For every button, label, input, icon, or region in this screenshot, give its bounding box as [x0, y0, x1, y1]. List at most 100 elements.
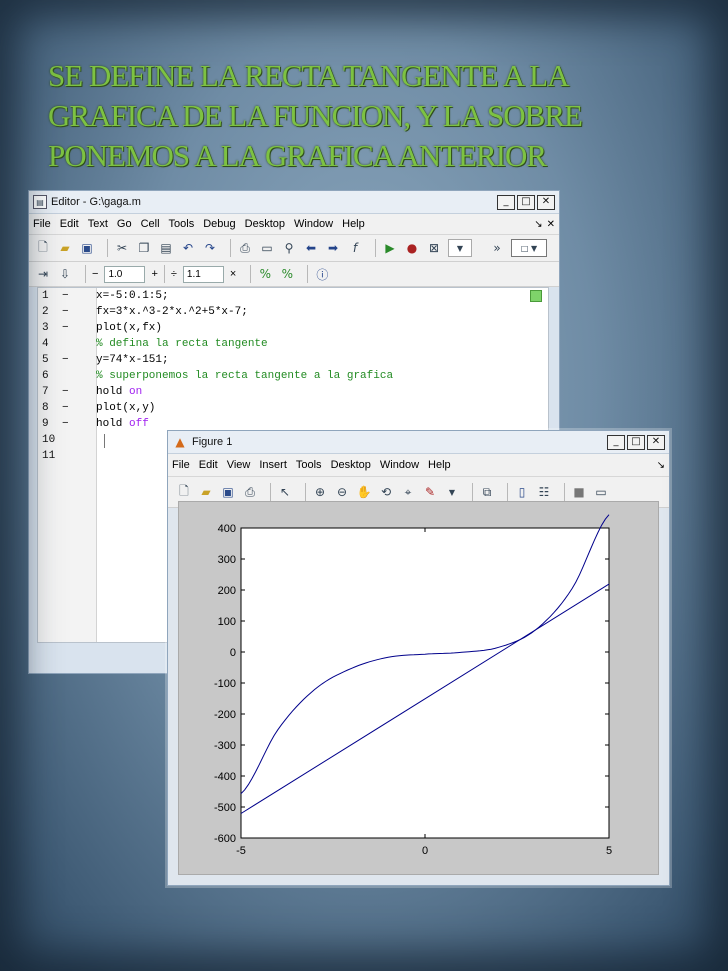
- redo-icon[interactable]: ↷: [202, 240, 218, 256]
- line-dash-marker[interactable]: −: [62, 320, 69, 336]
- menu-edit[interactable]: Edit: [60, 218, 79, 230]
- code-line[interactable]: 1 − x=-5:0.1:5;: [38, 288, 548, 304]
- run-icon[interactable]: ▶: [382, 240, 398, 256]
- save-icon[interactable]: ▣: [220, 484, 236, 500]
- undock-icon[interactable]: ↘: [657, 460, 665, 471]
- figure-menubar: File Edit View Insert Tools Desktop Window Help…: [168, 454, 669, 477]
- undo-icon[interactable]: ↶: [180, 240, 196, 256]
- new-file-icon[interactable]: 🗋: [35, 240, 51, 256]
- insert-icon[interactable]: ▭: [259, 240, 275, 256]
- brush-dropdown-icon[interactable]: ▼: [444, 484, 460, 500]
- maximize-button[interactable]: □: [627, 434, 645, 450]
- figure-app-icon: ▲: [175, 435, 185, 449]
- menu-text[interactable]: Text: [88, 218, 108, 230]
- minimize-button[interactable]: _: [497, 194, 515, 210]
- menu-insert[interactable]: Insert: [259, 459, 287, 471]
- breakpoint-icon[interactable]: ●: [404, 240, 420, 256]
- menu-desktop[interactable]: Desktop: [245, 218, 285, 230]
- code-token: y=74*x-151;: [96, 354, 169, 366]
- hide-plot-tools-icon[interactable]: ■: [571, 484, 587, 500]
- edit-plot-arrow-icon[interactable]: ↖: [277, 484, 293, 500]
- minimize-button[interactable]: _: [607, 434, 625, 450]
- undock-icon[interactable]: ↘: [534, 219, 542, 230]
- data-cursor-icon[interactable]: ⌖: [400, 484, 416, 500]
- legend-icon[interactable]: ☷: [536, 484, 552, 500]
- menu-help[interactable]: Help: [428, 459, 451, 471]
- function-icon[interactable]: f: [347, 240, 363, 256]
- print-icon[interactable]: ⎙: [237, 240, 253, 256]
- close-button[interactable]: ✕: [537, 194, 555, 210]
- code-line[interactable]: 7 − hold on: [38, 384, 548, 400]
- menu-cell[interactable]: Cell: [141, 218, 160, 230]
- menu-view[interactable]: View: [227, 459, 251, 471]
- clear-breakpoints-icon[interactable]: ⊠: [426, 240, 442, 256]
- open-folder-icon[interactable]: ▰: [198, 484, 214, 500]
- show-plot-tools-icon[interactable]: ▭: [593, 484, 609, 500]
- toolbar-separator: [507, 483, 508, 501]
- code-line[interactable]: 6 % superponemos la recta tangente a la g…: [38, 368, 548, 384]
- code-line[interactable]: 2 − fx=3*x.^3-2*x.^2+5*x-7;: [38, 304, 548, 320]
- colorbar-icon[interactable]: ▯: [514, 484, 530, 500]
- find-icon[interactable]: ⚲: [281, 240, 297, 256]
- figure-titlebar[interactable]: ▲ Figure 1 _ □ ✕: [168, 431, 669, 454]
- y-tick-label: 200: [218, 585, 236, 597]
- menu-help[interactable]: Help: [342, 218, 365, 230]
- menu-desktop[interactable]: Desktop: [331, 459, 371, 471]
- y-tick-label: 300: [218, 554, 236, 566]
- menu-debug[interactable]: Debug: [203, 218, 235, 230]
- link-plot-icon[interactable]: ⧉: [479, 484, 495, 500]
- uncomment-icon[interactable]: %: [279, 266, 295, 282]
- increment-button[interactable]: +: [151, 268, 157, 280]
- menu-tools[interactable]: Tools: [296, 459, 322, 471]
- line-dash-marker[interactable]: −: [62, 288, 69, 304]
- pan-icon[interactable]: ✋: [356, 484, 372, 500]
- increment-value-field[interactable]: 1.0: [104, 265, 146, 283]
- line-dash-marker[interactable]: −: [62, 400, 69, 416]
- multiply-button[interactable]: ×: [230, 268, 236, 280]
- cell-next-icon[interactable]: ⇩: [57, 266, 73, 282]
- paste-icon[interactable]: ▤: [158, 240, 174, 256]
- plot-axes-box[interactable]: [240, 527, 610, 839]
- menu-go[interactable]: Go: [117, 218, 132, 230]
- menu-window[interactable]: Window: [294, 218, 333, 230]
- close-button[interactable]: ✕: [647, 434, 665, 450]
- cell-eval-icon[interactable]: ⇥: [35, 266, 51, 282]
- close-document-icon[interactable]: ✕: [547, 219, 555, 230]
- menu-edit[interactable]: Edit: [199, 459, 218, 471]
- brush-icon[interactable]: ✎: [422, 484, 438, 500]
- maximize-button[interactable]: □: [517, 194, 535, 210]
- line-dash-marker[interactable]: −: [62, 384, 69, 400]
- copy-icon[interactable]: ❐: [136, 240, 152, 256]
- code-line[interactable]: 4 % defina la recta tangente: [38, 336, 548, 352]
- dock-dropdown-icon[interactable]: □ ▼: [511, 239, 547, 257]
- menu-tools[interactable]: Tools: [169, 218, 195, 230]
- save-icon[interactable]: ▣: [79, 240, 95, 256]
- menu-file[interactable]: File: [33, 218, 51, 230]
- line-dash-marker[interactable]: −: [62, 416, 69, 432]
- back-icon[interactable]: ⬅: [303, 240, 319, 256]
- forward-icon[interactable]: ➡: [325, 240, 341, 256]
- editor-titlebar[interactable]: ▤ Editor - G:\gaga.m _ □ ✕: [29, 191, 559, 214]
- zoom-out-icon[interactable]: ⊖: [334, 484, 350, 500]
- new-figure-icon[interactable]: 🗋: [176, 484, 192, 500]
- line-dash-marker[interactable]: −: [62, 352, 69, 368]
- scale-value-field[interactable]: 1.1: [182, 265, 224, 283]
- divide-button[interactable]: ÷: [171, 268, 177, 280]
- open-folder-icon[interactable]: ▰: [57, 240, 73, 256]
- stack-dropdown-icon[interactable]: ▼: [448, 239, 472, 257]
- help-icon[interactable]: ⓘ: [314, 266, 330, 282]
- decrement-button[interactable]: −: [92, 268, 98, 280]
- menu-file[interactable]: File: [172, 459, 190, 471]
- comment-icon[interactable]: %: [257, 266, 273, 282]
- line-dash-marker[interactable]: −: [62, 304, 69, 320]
- cut-icon[interactable]: ✂: [114, 240, 130, 256]
- rotate-3d-icon[interactable]: ⟲: [378, 484, 394, 500]
- zoom-in-icon[interactable]: ⊕: [312, 484, 328, 500]
- plot-axes-svg[interactable]: 400 300 200 100 0 -100 -200 -300 -400 -500 -600-5 0…: [179, 502, 660, 876]
- menu-window[interactable]: Window: [380, 459, 419, 471]
- code-line[interactable]: 8 − plot(x,y): [38, 400, 548, 416]
- code-line[interactable]: 5 − y=74*x-151;: [38, 352, 548, 368]
- code-line[interactable]: 3 − plot(x,fx): [38, 320, 548, 336]
- print-icon[interactable]: ⎙: [242, 484, 258, 500]
- overflow-icon[interactable]: »: [489, 240, 505, 256]
